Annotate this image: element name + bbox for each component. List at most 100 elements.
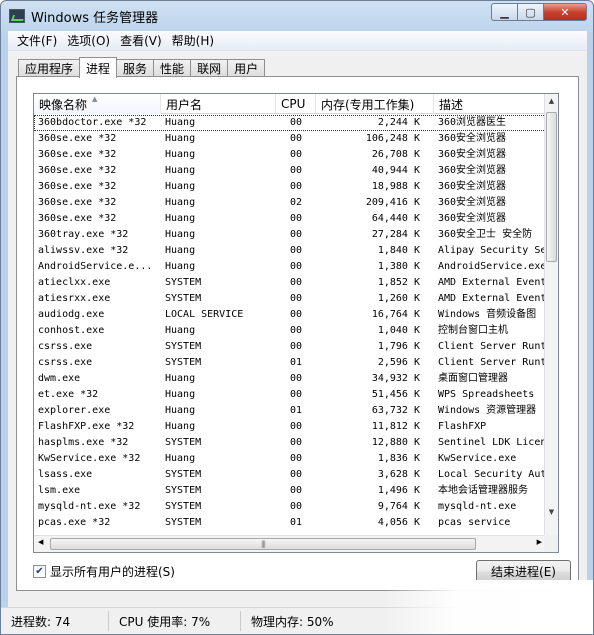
scroll-down-icon[interactable]: ▼ bbox=[545, 505, 558, 519]
cell-memory: 106,248 K bbox=[365, 133, 420, 144]
tab-networking[interactable]: 联网 bbox=[190, 59, 229, 77]
scroll-right-icon[interactable]: ▶ bbox=[537, 538, 542, 546]
process-row[interactable]: pcas.exe *32 SYSTEM 01 4,056 K pcas service bbox=[34, 515, 546, 531]
cell-user-name: Huang bbox=[165, 197, 196, 208]
cell-cpu: 00 bbox=[290, 181, 303, 192]
column-description[interactable]: 描述 bbox=[434, 94, 546, 114]
cell-memory: 27,284 K bbox=[371, 229, 420, 240]
cell-user-name: Huang bbox=[165, 373, 196, 384]
menu-file[interactable]: 文件(F) bbox=[12, 32, 62, 49]
scroll-up-icon[interactable]: ▲ bbox=[545, 94, 558, 108]
tab-performance[interactable]: 性能 bbox=[153, 59, 192, 77]
cell-image-name: explorer.exe bbox=[38, 405, 111, 416]
cell-cpu: 00 bbox=[290, 149, 303, 160]
process-row[interactable]: atieclxx.exe SYSTEM 00 1,852 K AMD External … bbox=[34, 275, 546, 291]
cell-user-name: Huang bbox=[165, 117, 196, 128]
cell-user-name: SYSTEM bbox=[165, 293, 202, 304]
show-all-checkbox[interactable]: ✔ bbox=[33, 565, 46, 578]
scrollbar-corner bbox=[544, 535, 558, 552]
cell-image-name: 360bdoctor.exe *32 bbox=[38, 117, 147, 128]
tab-processes[interactable]: 进程 bbox=[79, 57, 118, 78]
cell-cpu: 00 bbox=[290, 165, 303, 176]
vertical-scroll-thumb[interactable] bbox=[546, 112, 557, 262]
process-row[interactable]: explorer.exe Huang 01 63,732 K Windows 资源管理器 bbox=[34, 403, 546, 419]
column-user-name[interactable]: 用户名 bbox=[161, 94, 276, 114]
cell-user-name: Huang bbox=[165, 405, 196, 416]
process-row[interactable]: 360se.exe *32 Huang 02 209,416 K 360安全浏览器 bbox=[34, 195, 546, 211]
process-row[interactable]: lsm.exe SYSTEM 00 1,496 K 本地会话管理器服务 bbox=[34, 483, 546, 499]
process-row[interactable]: 360se.exe *32 Huang 00 40,944 K 360安全浏览器 bbox=[34, 163, 546, 179]
column-cpu[interactable]: CPU bbox=[276, 94, 316, 114]
cell-user-name: Huang bbox=[165, 181, 196, 192]
process-list[interactable]: ▲ 映像名称 用户名 CPU 内存(专用工作集) 描述 360bdoctor.e… bbox=[33, 93, 559, 553]
maximize-button[interactable]: ▢ bbox=[517, 3, 543, 21]
cell-description: KwService.exe bbox=[438, 453, 517, 464]
cell-description: Client Server Runt bbox=[438, 341, 546, 352]
cell-image-name: conhost.exe bbox=[38, 325, 105, 336]
process-row[interactable]: aliwssv.exe *32 Huang 00 1,840 K Alipay Secu… bbox=[34, 243, 546, 259]
cell-image-name: lsass.exe bbox=[38, 469, 93, 480]
tab-applications[interactable]: 应用程序 bbox=[18, 59, 81, 77]
column-header: ▲ 映像名称 用户名 CPU 内存(专用工作集) 描述 bbox=[34, 94, 546, 114]
cell-cpu: 00 bbox=[290, 421, 303, 432]
process-row[interactable]: atiesrxx.exe SYSTEM 00 1,260 K AMD External … bbox=[34, 291, 546, 307]
corner-watermark bbox=[383, 580, 593, 634]
cell-cpu: 00 bbox=[290, 453, 303, 464]
horizontal-scroll-thumb[interactable]: ||| bbox=[50, 538, 476, 550]
cell-user-name: Huang bbox=[165, 325, 196, 336]
cell-image-name: pcas.exe *32 bbox=[38, 517, 111, 528]
process-row[interactable]: 360se.exe *32 Huang 00 106,248 K 360安全浏览器 bbox=[34, 131, 546, 147]
process-row[interactable]: dwm.exe Huang 00 34,932 K 桌面窗口管理器 bbox=[34, 371, 546, 387]
status-cpu-usage: CPU 使用率: 7% bbox=[109, 611, 241, 631]
process-row[interactable]: et.exe *32 Huang 00 51,456 K WPS Spreadsheet… bbox=[34, 387, 546, 403]
process-row[interactable]: 360bdoctor.exe *32 Huang 00 2,244 K 360浏览器医生 bbox=[34, 115, 546, 131]
cell-cpu: 00 bbox=[290, 501, 303, 512]
process-row[interactable]: KwService.exe *32 Huang 00 1,836 K KwService… bbox=[34, 451, 546, 467]
cell-image-name: dwm.exe bbox=[38, 373, 81, 384]
scroll-left-icon[interactable]: ◀ bbox=[38, 538, 43, 546]
cell-cpu: 00 bbox=[290, 117, 303, 128]
show-all-label: 显示所有用户的进程(S) bbox=[50, 565, 175, 579]
horizontal-scrollbar[interactable]: ◀ ||| ▶ bbox=[34, 535, 546, 552]
cell-image-name: FlashFXP.exe *32 bbox=[38, 421, 135, 432]
process-row[interactable]: 360se.exe *32 Huang 00 64,440 K 360安全浏览器 bbox=[34, 211, 546, 227]
tab-services[interactable]: 服务 bbox=[116, 59, 155, 77]
process-row[interactable]: FlashFXP.exe *32 Huang 00 11,812 K FlashFXP bbox=[34, 419, 546, 435]
cell-memory: 11,812 K bbox=[371, 421, 420, 432]
title-bar[interactable]: Windows 任务管理器 ▁ ▢ ✕ bbox=[1, 1, 593, 31]
process-row[interactable]: csrss.exe SYSTEM 01 2,596 K Client Server Ru… bbox=[34, 355, 546, 371]
cell-description: 360安全浏览器 bbox=[438, 197, 507, 208]
menu-help[interactable]: 帮助(H) bbox=[167, 32, 219, 49]
process-row[interactable]: mysqld-nt.exe *32 SYSTEM 00 9,764 K mysqld-n… bbox=[34, 499, 546, 515]
close-button[interactable]: ✕ bbox=[543, 3, 587, 21]
cell-image-name: 360se.exe *32 bbox=[38, 197, 117, 208]
minimize-button[interactable]: ▁ bbox=[491, 3, 517, 21]
cell-cpu: 00 bbox=[290, 389, 303, 400]
cell-cpu: 00 bbox=[290, 469, 303, 480]
cell-memory: 9,764 K bbox=[377, 501, 420, 512]
menu-options[interactable]: 选项(O) bbox=[62, 32, 115, 49]
process-row[interactable]: conhost.exe Huang 00 1,040 K 控制台窗口主机 bbox=[34, 323, 546, 339]
process-row[interactable]: csrss.exe SYSTEM 00 1,796 K Client Server Ru… bbox=[34, 339, 546, 355]
cell-description: Local Security Aut bbox=[438, 469, 546, 480]
show-all-processes-option[interactable]: ✔ 显示所有用户的进程(S) bbox=[33, 563, 175, 580]
process-row[interactable]: audiodg.exe LOCAL SERVICE 00 16,764 K Window… bbox=[34, 307, 546, 323]
process-row[interactable]: 360se.exe *32 Huang 00 26,708 K 360安全浏览器 bbox=[34, 147, 546, 163]
cell-description: mysqld-nt.exe bbox=[438, 501, 517, 512]
column-image-name[interactable]: ▲ 映像名称 bbox=[34, 94, 161, 114]
process-row[interactable]: AndroidService.e... Huang 00 1,380 K Android… bbox=[34, 259, 546, 275]
cell-memory: 1,840 K bbox=[377, 245, 420, 256]
tab-users[interactable]: 用户 bbox=[227, 59, 266, 77]
cell-description: 360安全浏览器 bbox=[438, 133, 507, 144]
cell-cpu: 02 bbox=[290, 197, 303, 208]
menu-view[interactable]: 查看(V) bbox=[115, 32, 167, 49]
column-memory[interactable]: 内存(专用工作集) bbox=[316, 94, 434, 114]
vertical-scrollbar[interactable]: ▲ ▼ bbox=[544, 94, 558, 536]
cell-description: 360安全卫士 安全防 bbox=[438, 229, 533, 240]
process-row[interactable]: 360se.exe *32 Huang 00 18,988 K 360安全浏览器 bbox=[34, 179, 546, 195]
process-row[interactable]: 360tray.exe *32 Huang 00 27,284 K 360安全卫士 安全… bbox=[34, 227, 546, 243]
process-row[interactable]: hasplms.exe *32 SYSTEM 00 12,880 K Sentinel … bbox=[34, 435, 546, 451]
cell-user-name: SYSTEM bbox=[165, 485, 202, 496]
process-row[interactable]: lsass.exe SYSTEM 00 3,628 K Local Security A… bbox=[34, 467, 546, 483]
cell-description: Client Server Runt bbox=[438, 357, 546, 368]
